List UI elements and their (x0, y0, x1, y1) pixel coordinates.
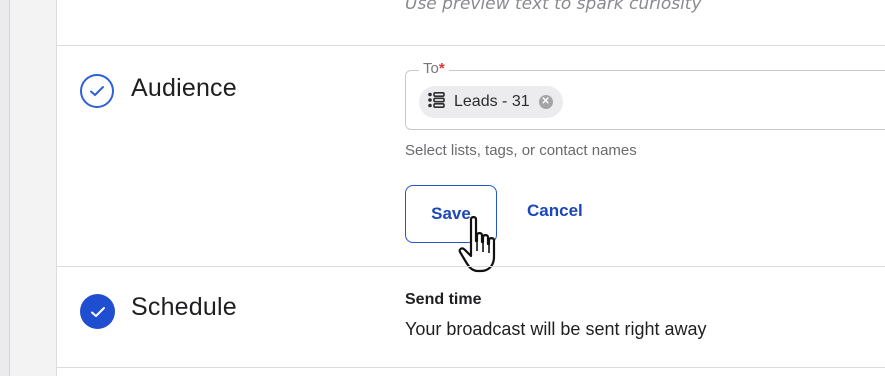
divider (57, 45, 885, 46)
send-time-label: Send time (405, 291, 482, 308)
divider (57, 367, 885, 368)
remove-chip-icon[interactable]: ✕ (538, 95, 553, 109)
schedule-title: Schedule (131, 293, 237, 321)
audience-title: Audience (131, 74, 237, 102)
required-marker: * (438, 60, 445, 77)
recipients-helper-text: Select lists, tags, or contact names (405, 142, 637, 159)
to-label: To* (419, 60, 449, 77)
list-icon (427, 91, 445, 114)
divider (57, 266, 885, 267)
left-edge (0, 0, 10, 376)
check-circle-filled-icon (80, 294, 115, 329)
send-time-value: Your broadcast will be sent right away (405, 319, 707, 339)
cancel-button[interactable]: Cancel (527, 201, 583, 221)
check-circle-outline-icon (80, 74, 114, 108)
broadcast-settings-panel: Use preview text to spark curiosity Audi… (56, 0, 885, 376)
recipient-chip[interactable]: Leads - 31 ✕ (419, 86, 563, 118)
preview-text-hint: Use preview text to spark curiosity (405, 0, 702, 14)
hand-pointer-cursor-icon (458, 216, 496, 273)
chip-label: Leads - 31 (454, 93, 530, 110)
recipients-field[interactable]: To* Leads - 31 ✕ (405, 60, 885, 130)
